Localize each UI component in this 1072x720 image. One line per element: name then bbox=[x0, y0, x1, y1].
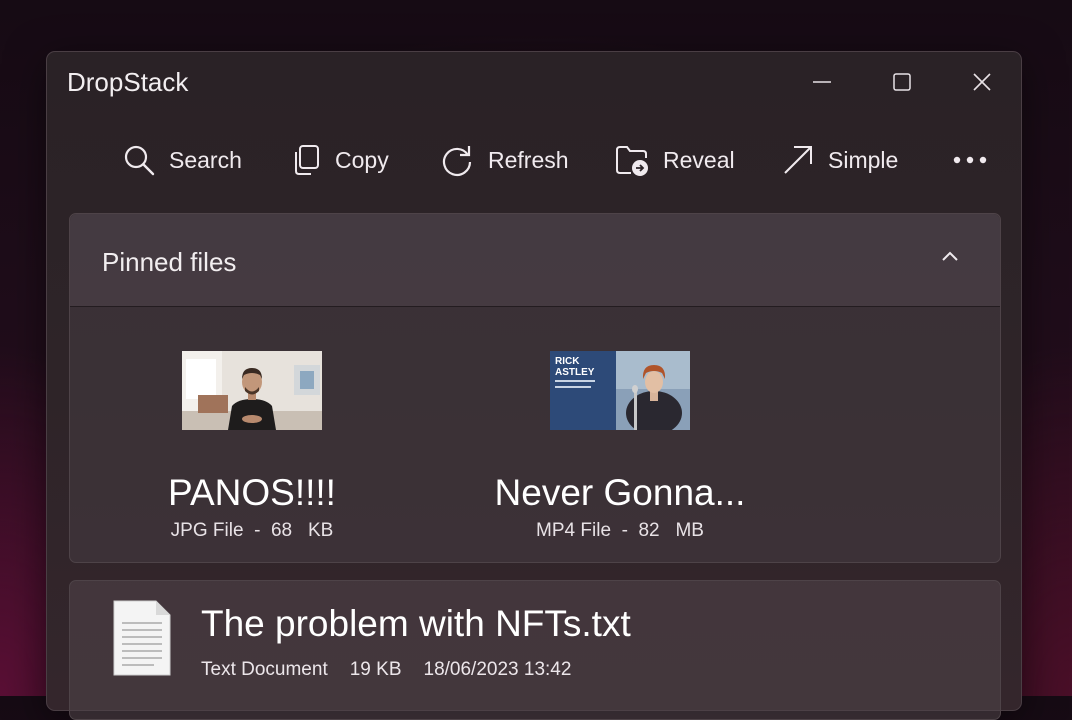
more-dots-icon bbox=[953, 156, 987, 164]
search-icon bbox=[124, 145, 155, 176]
file-list-item[interactable]: The problem with NFTs.txt Text Document 1… bbox=[69, 580, 1001, 720]
pinned-file-meta: MP4 File - 82 MB bbox=[536, 520, 704, 541]
maximize-button[interactable] bbox=[879, 64, 925, 100]
refresh-button[interactable]: Refresh bbox=[440, 142, 569, 178]
chevron-up-icon[interactable] bbox=[940, 249, 960, 263]
file-type: Text Document bbox=[201, 659, 328, 680]
pinned-file-name: PANOS!!!! bbox=[168, 472, 336, 513]
pinned-file-type: MP4 File bbox=[536, 520, 612, 541]
maximize-icon bbox=[893, 73, 911, 91]
file-meta: Text Document 19 KB 18/06/2023 13:42 bbox=[201, 659, 593, 681]
refresh-label: Refresh bbox=[488, 146, 569, 173]
simple-button[interactable]: Simple bbox=[782, 142, 898, 178]
command-bar: Search Copy Refresh Reveal Simple bbox=[47, 136, 1021, 184]
close-button[interactable] bbox=[959, 64, 1005, 100]
app-title: DropStack bbox=[67, 67, 189, 97]
copy-label: Copy bbox=[335, 146, 389, 173]
file-name: The problem with NFTs.txt bbox=[201, 603, 631, 644]
simple-label: Simple bbox=[828, 146, 899, 173]
folder-open-icon bbox=[616, 146, 648, 176]
pinned-file-size: 68 bbox=[270, 520, 293, 541]
file-date: 18/06/2023 13:42 bbox=[423, 659, 572, 680]
arrow-up-right-icon bbox=[784, 146, 812, 174]
pinned-files-header[interactable]: Pinned files bbox=[70, 214, 1000, 307]
pinned-file-type: JPG File bbox=[170, 520, 244, 541]
pinned-file-name: Never Gonna... bbox=[494, 472, 746, 513]
minimize-icon bbox=[813, 81, 831, 83]
thumb-text: ASTLEY bbox=[555, 367, 595, 378]
pinned-file-unit: MB bbox=[675, 520, 704, 541]
search-button[interactable]: Search bbox=[123, 142, 242, 178]
close-icon bbox=[973, 73, 991, 91]
photo-thumbnail bbox=[182, 351, 322, 430]
pinned-file-size: 82 bbox=[638, 520, 660, 541]
pinned-files-title: Pinned files bbox=[102, 247, 237, 277]
search-label: Search bbox=[169, 146, 242, 173]
refresh-icon bbox=[442, 146, 472, 177]
app-window: DropStack Search Copy Refresh Reveal Sim… bbox=[46, 51, 1022, 720]
video-thumbnail: RICK ASTLEY bbox=[550, 351, 690, 430]
reveal-button[interactable]: Reveal bbox=[615, 142, 735, 178]
copy-button[interactable]: Copy bbox=[291, 142, 389, 178]
copy-icon bbox=[295, 145, 319, 175]
pinned-item[interactable]: RICK ASTLEY Never Gonna... MP4 File - 82… bbox=[460, 351, 780, 542]
reveal-label: Reveal bbox=[663, 146, 735, 173]
pinned-files-section: Pinned files PANOS!!!! JPG File - 68 KB … bbox=[69, 213, 1001, 563]
thumb-text: RICK bbox=[555, 356, 580, 367]
minimize-button[interactable] bbox=[799, 64, 845, 100]
title-bar[interactable]: DropStack bbox=[47, 52, 1021, 116]
file-size: 19 KB bbox=[349, 659, 402, 680]
more-options-button[interactable] bbox=[952, 142, 1002, 178]
pinned-file-meta: JPG File - 68 KB bbox=[170, 520, 334, 541]
text-document-icon bbox=[113, 600, 171, 676]
pinned-item[interactable]: PANOS!!!! JPG File - 68 KB bbox=[92, 351, 412, 542]
pinned-file-unit: KB bbox=[307, 520, 334, 541]
